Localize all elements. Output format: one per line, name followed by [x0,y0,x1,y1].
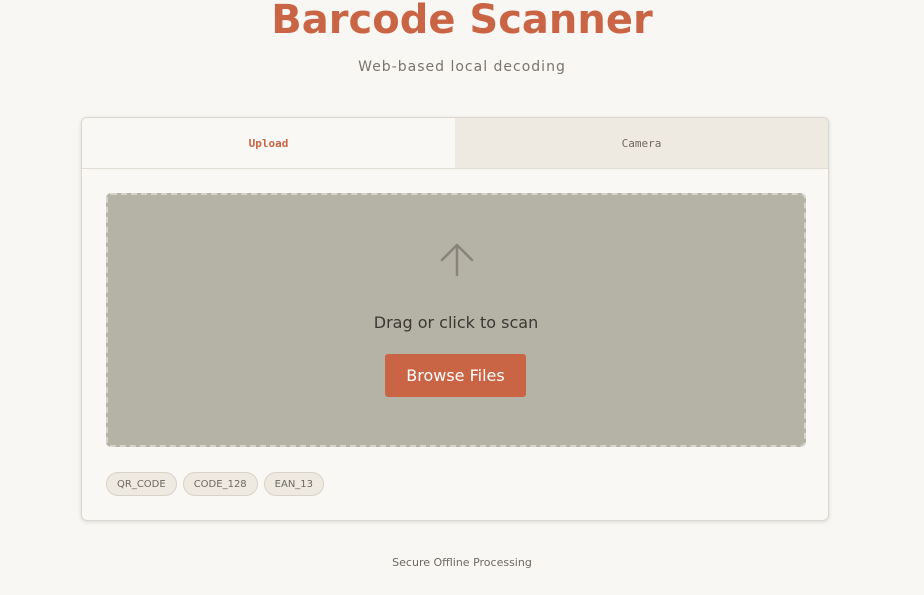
tab-bar: Upload Camera [82,118,828,169]
tab-upload[interactable]: Upload [82,118,455,168]
page: Barcode Scanner Web-based local decoding… [0,0,924,595]
browse-files-button[interactable]: Browse Files [385,354,526,397]
footer-text: Secure Offline Processing [392,556,532,569]
format-chip-code-128: CODE_128 [182,472,258,496]
scanner-card: Upload Camera Drag or click to scan Brow… [81,117,829,521]
dropzone-prompt: Drag or click to scan [373,313,539,332]
upload-arrow-icon [440,243,474,277]
supported-formats: QR_CODE CODE_128 EAN_13 [106,472,325,496]
format-chip-ean-13: EAN_13 [263,472,325,496]
page-subtitle: Web-based local decoding [358,59,566,75]
tab-camera[interactable]: Camera [455,118,828,168]
file-dropzone[interactable]: Drag or click to scan Browse Files [106,193,806,447]
page-title: Barcode Scanner [271,0,653,43]
format-chip-qr-code: QR_CODE [106,472,177,496]
